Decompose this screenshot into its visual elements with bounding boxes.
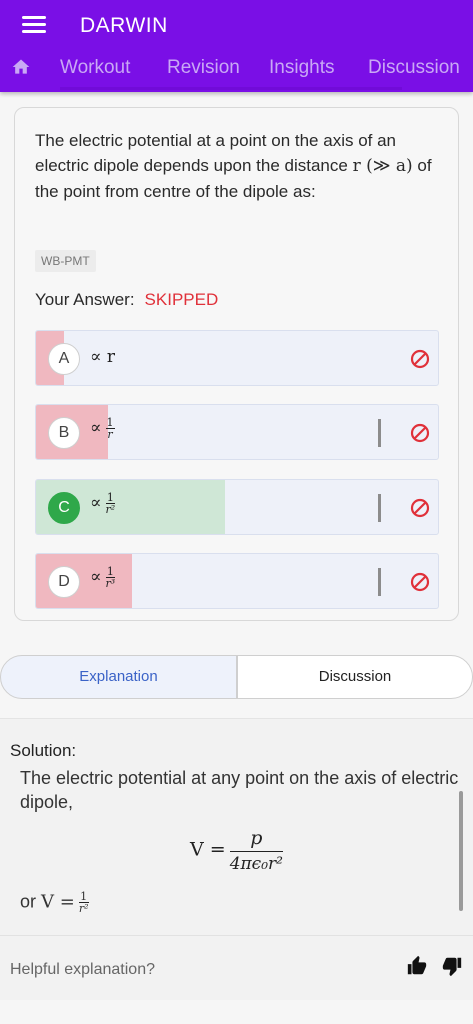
option-b-text: ∝ 1 r <box>90 417 115 440</box>
fraction-denominator: r² <box>105 503 116 516</box>
solution-panel: Solution: The electric potential at any … <box>0 718 473 1000</box>
app-bar: DARWIN Workout Revision Insights Discuss… <box>0 0 473 92</box>
option-a[interactable]: A ∝ r <box>35 330 439 386</box>
tab-discussion[interactable]: Discussion <box>368 57 460 79</box>
or-word: or <box>20 891 37 912</box>
option-c-letter: C <box>48 492 80 524</box>
option-a-expr: r <box>106 347 116 367</box>
option-a-text: ∝ r <box>90 347 115 367</box>
fraction-denominator: r <box>107 428 113 441</box>
proportional-symbol: ∝ <box>90 347 102 367</box>
or-fraction: 1 r² <box>78 891 89 915</box>
exam-tag: WB-PMT <box>35 250 96 272</box>
ban-icon <box>410 572 430 592</box>
fraction-denominator: r³ <box>105 577 116 590</box>
solution-formula: V = p 4πϵ₀r² <box>190 827 283 874</box>
or-denominator: r² <box>78 902 89 915</box>
home-icon[interactable] <box>11 57 31 77</box>
your-answer: Your Answer: SKIPPED <box>35 290 218 310</box>
tab-revision[interactable]: Revision <box>167 57 240 79</box>
option-c[interactable]: C ∝ 1 r² <box>35 479 439 535</box>
tab-indicator <box>60 87 402 90</box>
response-bar <box>378 494 381 522</box>
option-b-letter: B <box>48 417 80 449</box>
tab-insights[interactable]: Insights <box>269 57 334 79</box>
scrollbar[interactable] <box>459 791 463 911</box>
solution-title: Solution: <box>10 741 77 760</box>
ban-icon <box>410 349 430 369</box>
option-a-letter: A <box>48 343 80 375</box>
formula-numerator: p <box>229 827 283 852</box>
ban-icon <box>410 423 430 443</box>
option-d-letter: D <box>48 566 80 598</box>
option-c-text: ∝ 1 r² <box>90 492 116 516</box>
option-d[interactable]: D ∝ 1 r³ <box>35 553 439 609</box>
question-card: The electric potential at a point on the… <box>14 107 459 621</box>
option-d-text: ∝ 1 r³ <box>90 566 116 590</box>
formula-lhs: V = <box>190 838 226 861</box>
question-text: The electric potential at a point on the… <box>35 128 435 204</box>
option-d-fraction: 1 r³ <box>105 566 116 590</box>
question-math: r (≫ a) <box>352 156 413 176</box>
proportional-symbol: ∝ <box>90 567 102 587</box>
formula-fraction: p 4πϵ₀r² <box>229 827 283 874</box>
option-b-fraction: 1r <box>105 417 115 441</box>
app-title: DARWIN <box>80 14 168 37</box>
question-text-part: The electric potential at a point on the… <box>35 131 397 175</box>
tab-workout[interactable]: Workout <box>60 57 130 79</box>
divider <box>0 935 473 936</box>
proportional-symbol: ∝ <box>90 493 102 513</box>
discussion-tab[interactable]: Discussion <box>237 655 473 699</box>
solution-or-line: or V = 1 r² <box>20 891 89 914</box>
menu-icon[interactable] <box>22 16 46 34</box>
helpful-label: Helpful explanation? <box>10 961 155 978</box>
content-toggle: Explanation Discussion <box>0 655 473 699</box>
thumbs-down-icon[interactable] <box>441 955 463 977</box>
explanation-tab[interactable]: Explanation <box>0 655 237 699</box>
thumbs-up-icon[interactable] <box>406 955 428 977</box>
ban-icon <box>410 498 430 518</box>
option-b[interactable]: B ∝ 1 r <box>35 404 439 460</box>
or-lhs: V = <box>41 891 75 913</box>
response-bar <box>378 568 381 596</box>
tab-bar: Workout Revision Insights Discussion <box>0 52 473 86</box>
response-bar <box>378 419 381 447</box>
option-c-fraction: 1 r² <box>105 492 116 516</box>
proportional-symbol: ∝ <box>90 418 102 438</box>
your-answer-status: SKIPPED <box>144 290 219 309</box>
solution-text: The electric potential at any point on t… <box>20 768 459 812</box>
your-answer-label: Your Answer: <box>35 290 135 309</box>
formula-denominator: 4πϵ₀r² <box>229 854 283 874</box>
